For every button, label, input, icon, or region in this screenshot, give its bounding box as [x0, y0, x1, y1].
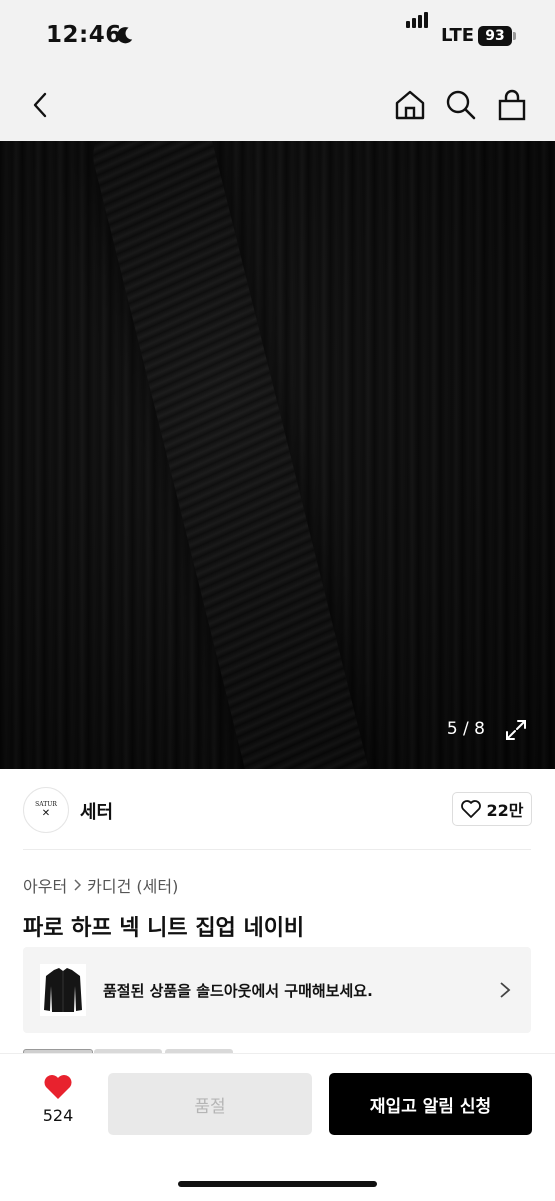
battery-icon: 93 — [478, 26, 512, 46]
brand-like-button[interactable]: 22만 — [452, 792, 532, 826]
home-button[interactable] — [392, 87, 428, 123]
chevron-right-icon — [500, 982, 511, 998]
heart-outline-icon — [460, 800, 481, 818]
status-bar: 12:46 LTE 93 — [0, 0, 555, 70]
wish-button[interactable]: 524 — [36, 1074, 80, 1125]
heart-filled-icon — [44, 1075, 72, 1099]
image-shade — [0, 141, 555, 769]
brand-row: SATUR ✕ 세터 22만 — [0, 770, 555, 850]
brand-name[interactable]: 세터 — [80, 798, 113, 824]
gallery-counter: 5 / 8 — [446, 719, 485, 739]
moon-icon — [117, 27, 133, 44]
jacket-thumbnail-image — [44, 968, 82, 1012]
search-button[interactable] — [443, 87, 479, 123]
home-icon — [395, 90, 425, 120]
brand-logo-mark: ✕ — [41, 808, 51, 819]
brand-logo-text: SATUR — [35, 801, 57, 808]
soldout-banner-text: 품절된 상품을 솔드아웃에서 구매해보세요. — [103, 982, 373, 1000]
restock-alert-button[interactable]: 재입고 알림 신청 — [329, 1073, 532, 1135]
chevron-right-icon — [74, 879, 82, 891]
search-icon — [446, 90, 476, 120]
back-button[interactable] — [22, 87, 58, 123]
brand-logo[interactable]: SATUR ✕ — [23, 787, 69, 833]
breadcrumb: 아우터 카디건 (세터) — [23, 873, 178, 897]
expand-icon[interactable] — [505, 719, 527, 741]
product-image-gallery[interactable]: 5 / 8 — [0, 141, 555, 769]
divider — [23, 849, 531, 850]
network-label: LTE — [441, 25, 475, 46]
product-title: 파로 하프 넥 니트 집업 네이비 — [23, 916, 305, 941]
soldout-thumbnail — [40, 964, 86, 1016]
soldout-button[interactable]: 품절 — [108, 1073, 312, 1135]
navigation-bar — [0, 70, 555, 141]
bottom-action-bar: 524 품절 재입고 알림 신청 — [0, 1053, 555, 1201]
wish-count: 524 — [42, 1106, 74, 1125]
shopping-bag-icon — [498, 89, 526, 121]
battery-tip — [513, 32, 516, 40]
status-time: 12:46 — [46, 22, 122, 48]
home-indicator[interactable] — [178, 1181, 377, 1187]
soldout-banner[interactable]: 품절된 상품을 솔드아웃에서 구매해보세요. — [23, 947, 531, 1033]
back-icon — [33, 92, 47, 118]
cart-button[interactable] — [494, 87, 530, 123]
breadcrumb-item[interactable]: 카디건 (세터) — [87, 873, 178, 897]
breadcrumb-item[interactable]: 아우터 — [23, 873, 67, 897]
brand-like-count: 22만 — [486, 801, 524, 820]
